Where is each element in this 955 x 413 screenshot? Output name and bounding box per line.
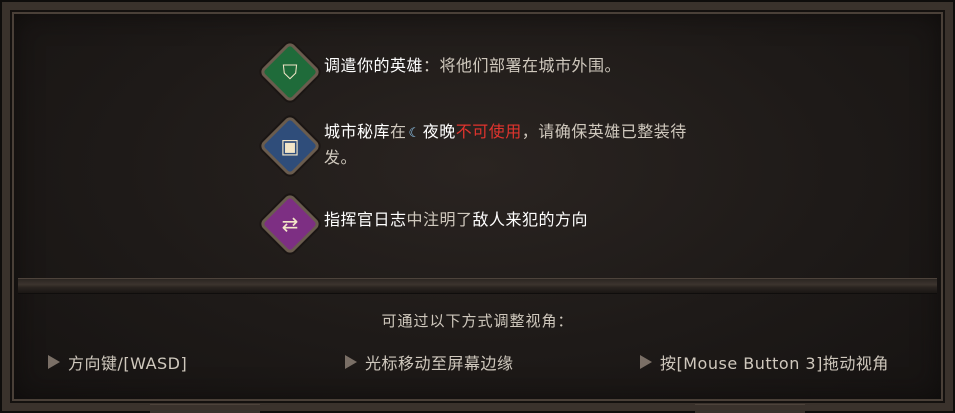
moon-icon: ☾	[408, 126, 421, 141]
treasure-chest-icon: ▣	[258, 114, 322, 178]
dispatch-tip-text: 调遣你的英雄：将他们部署在城市外围。	[324, 54, 621, 78]
vault-warning: 不可使用	[455, 122, 522, 141]
log-enemy: 敌人来犯的方向	[472, 210, 589, 229]
camera-hint-drag: 按[Mouse Button 3]拖动视角	[640, 350, 889, 374]
section-divider	[18, 278, 937, 294]
arrow-right-icon	[48, 355, 60, 369]
log-mid: 中注明了	[406, 210, 473, 229]
vault-tip: ▣ 城市秘库在 ☾ 夜晚不可使用，请确保英雄已整装待发。	[258, 114, 719, 178]
commander-log-tip: ⇄ 指挥官日志中注明了敌人来犯的方向	[258, 192, 588, 256]
camera-hint-keys-label: 方向键/[WASD]	[68, 354, 188, 373]
frame-notch	[150, 404, 260, 413]
spartan-helmet-icon: ⛉	[258, 40, 322, 104]
log-lead: 指挥官日志	[324, 210, 407, 229]
log-tip-text: 指挥官日志中注明了敌人来犯的方向	[324, 208, 588, 232]
vault-night: 夜晚	[422, 122, 456, 141]
camera-hint-keys: 方向键/[WASD]	[48, 350, 187, 374]
camera-hint-edge: 光标移动至屏幕边缘	[345, 350, 514, 374]
crossed-arrows-icon: ⇄	[258, 192, 322, 256]
camera-hint-drag-label: 按[Mouse Button 3]拖动视角	[660, 354, 889, 373]
arrow-right-icon	[640, 355, 652, 369]
vault-tip-text: 城市秘库在 ☾ 夜晚不可使用，请确保英雄已整装待发。	[324, 120, 719, 170]
dispatch-rest: ：将他们部署在城市外围。	[423, 56, 622, 75]
vault-lead: 城市秘库	[324, 122, 391, 141]
arrow-right-icon	[345, 355, 357, 369]
frame-notch	[695, 404, 805, 413]
dispatch-heroes-tip: ⛉ 调遣你的英雄：将他们部署在城市外围。	[258, 40, 621, 104]
camera-hint-title: 可通过以下方式调整视角：	[381, 312, 574, 330]
dispatch-lead: 调遣你的英雄	[324, 56, 424, 75]
vault-mid: 在	[390, 122, 407, 141]
camera-hint-edge-label: 光标移动至屏幕边缘	[365, 354, 514, 373]
